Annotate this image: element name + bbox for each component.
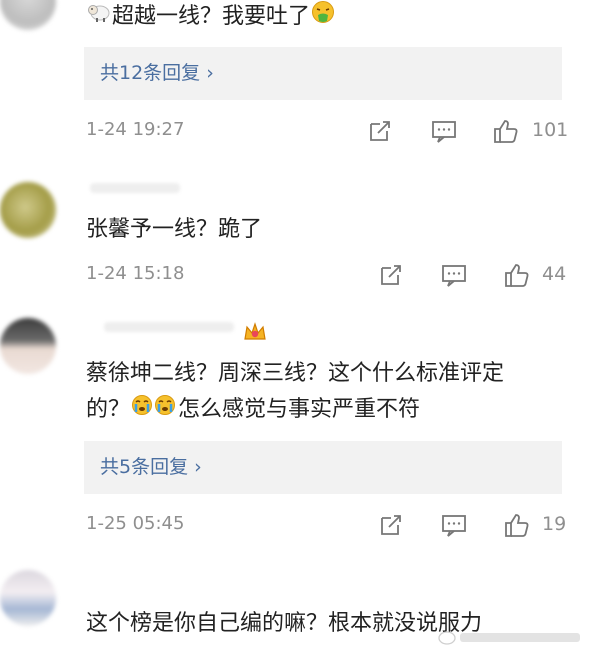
comment-meta: 1-24 19:27 101	[0, 117, 600, 145]
sheep-emoji-icon	[87, 1, 111, 33]
comment-meta: 1-24 15:18 44	[0, 261, 600, 289]
replies-button[interactable]: 共5条回复 ›	[84, 441, 562, 494]
replies-label: 共5条回复	[100, 456, 189, 478]
like-count: 19	[542, 513, 567, 535]
like-count: 44	[542, 263, 567, 285]
comment-text-continued: 的？ 怎么感觉与事实严重不符	[86, 394, 420, 426]
avatar[interactable]	[0, 570, 56, 626]
comment-text: 蔡徐坤二线？周深三线？这个什么标准评定	[86, 361, 505, 386]
like-icon[interactable]	[503, 511, 531, 539]
comment-text: 超越一线？我要吐了	[86, 0, 336, 34]
share-icon[interactable]	[377, 261, 405, 289]
username[interactable]	[104, 322, 234, 332]
chevron-right-icon: ›	[206, 62, 214, 84]
like-icon[interactable]	[503, 261, 531, 289]
vomit-emoji-icon	[311, 0, 335, 34]
username[interactable]	[90, 183, 180, 193]
timestamp: 1-24 15:18	[86, 263, 185, 284]
avatar[interactable]	[0, 182, 56, 238]
comment-icon[interactable]	[440, 511, 468, 539]
timestamp: 1-24 19:27	[86, 119, 185, 140]
avatar[interactable]	[0, 318, 56, 374]
comment-icon[interactable]	[440, 261, 468, 289]
chevron-right-icon: ›	[194, 456, 202, 478]
like-count: 101	[532, 119, 569, 141]
watermark	[438, 628, 588, 649]
comment-icon[interactable]	[430, 117, 458, 145]
comment-meta: 1-25 05:45 19	[0, 511, 600, 539]
avatar[interactable]	[0, 0, 56, 30]
comment-text: 这个榜是你自己编的嘛？根本就没说服力	[86, 611, 483, 636]
share-icon[interactable]	[377, 511, 405, 539]
crown-badge-icon	[242, 321, 268, 349]
like-icon[interactable]	[492, 117, 520, 145]
timestamp: 1-25 05:45	[86, 513, 185, 534]
crying-emoji-icon	[131, 394, 177, 426]
comment-text: 张馨予一线？跪了	[86, 217, 263, 242]
share-icon[interactable]	[366, 117, 394, 145]
replies-label: 共12条回复	[100, 62, 201, 84]
replies-button[interactable]: 共12条回复 ›	[84, 47, 562, 100]
